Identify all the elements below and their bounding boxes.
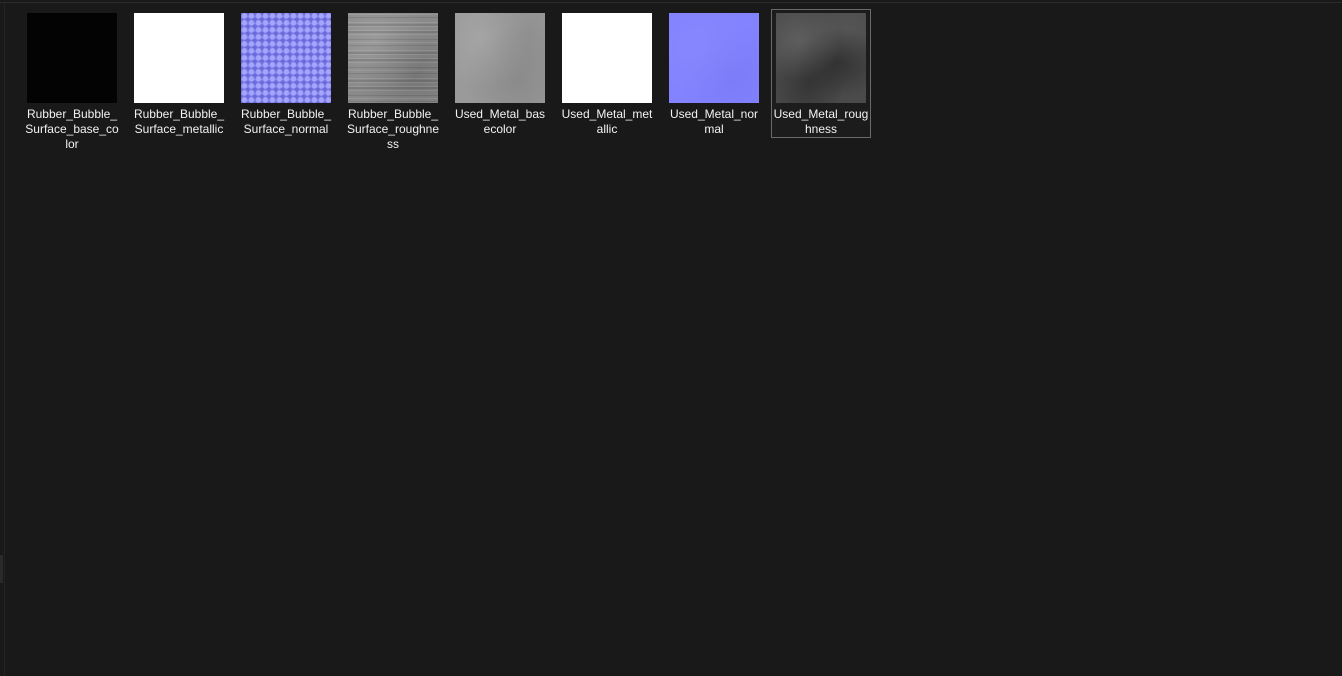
thumbnail-image	[241, 13, 331, 103]
file-name: Rubber_Bubble_Surface_roughness	[346, 107, 440, 151]
file-grid: Rubber_Bubble_Surface_base_color Rubber_…	[22, 9, 871, 151]
file-name: Used_Metal_normal	[669, 107, 759, 136]
file-item[interactable]: Used_Metal_normal	[664, 9, 764, 138]
file-item[interactable]: Rubber_Bubble_Surface_roughness	[343, 9, 443, 151]
file-name: Rubber_Bubble_Surface_normal	[240, 107, 332, 136]
file-item[interactable]: Rubber_Bubble_Surface_metallic	[129, 9, 229, 138]
thumbnail-image	[27, 13, 117, 103]
file-name: Used_Metal_basecolor	[454, 107, 546, 136]
file-name: Rubber_Bubble_Surface_base_color	[25, 107, 119, 151]
file-item[interactable]: Used_Metal_basecolor	[450, 9, 550, 138]
thumbnail-image	[348, 13, 438, 103]
file-name: Used_Metal_metallic	[561, 107, 653, 136]
file-item-selected[interactable]: Used_Metal_roughness	[771, 9, 871, 138]
top-divider	[0, 2, 1342, 3]
thumbnail-image	[776, 13, 866, 103]
left-pane-divider	[4, 3, 5, 676]
thumbnail-image	[669, 13, 759, 103]
file-item[interactable]: Rubber_Bubble_Surface_normal	[236, 9, 336, 138]
thumbnail-image	[562, 13, 652, 103]
file-name: Rubber_Bubble_Surface_metallic	[133, 107, 225, 136]
pane-resize-handle[interactable]	[0, 555, 3, 583]
thumbnail-image	[455, 13, 545, 103]
thumbnail-image	[134, 13, 224, 103]
file-item[interactable]: Rubber_Bubble_Surface_base_color	[22, 9, 122, 151]
file-item[interactable]: Used_Metal_metallic	[557, 9, 657, 138]
file-name: Used_Metal_roughness	[773, 107, 869, 136]
